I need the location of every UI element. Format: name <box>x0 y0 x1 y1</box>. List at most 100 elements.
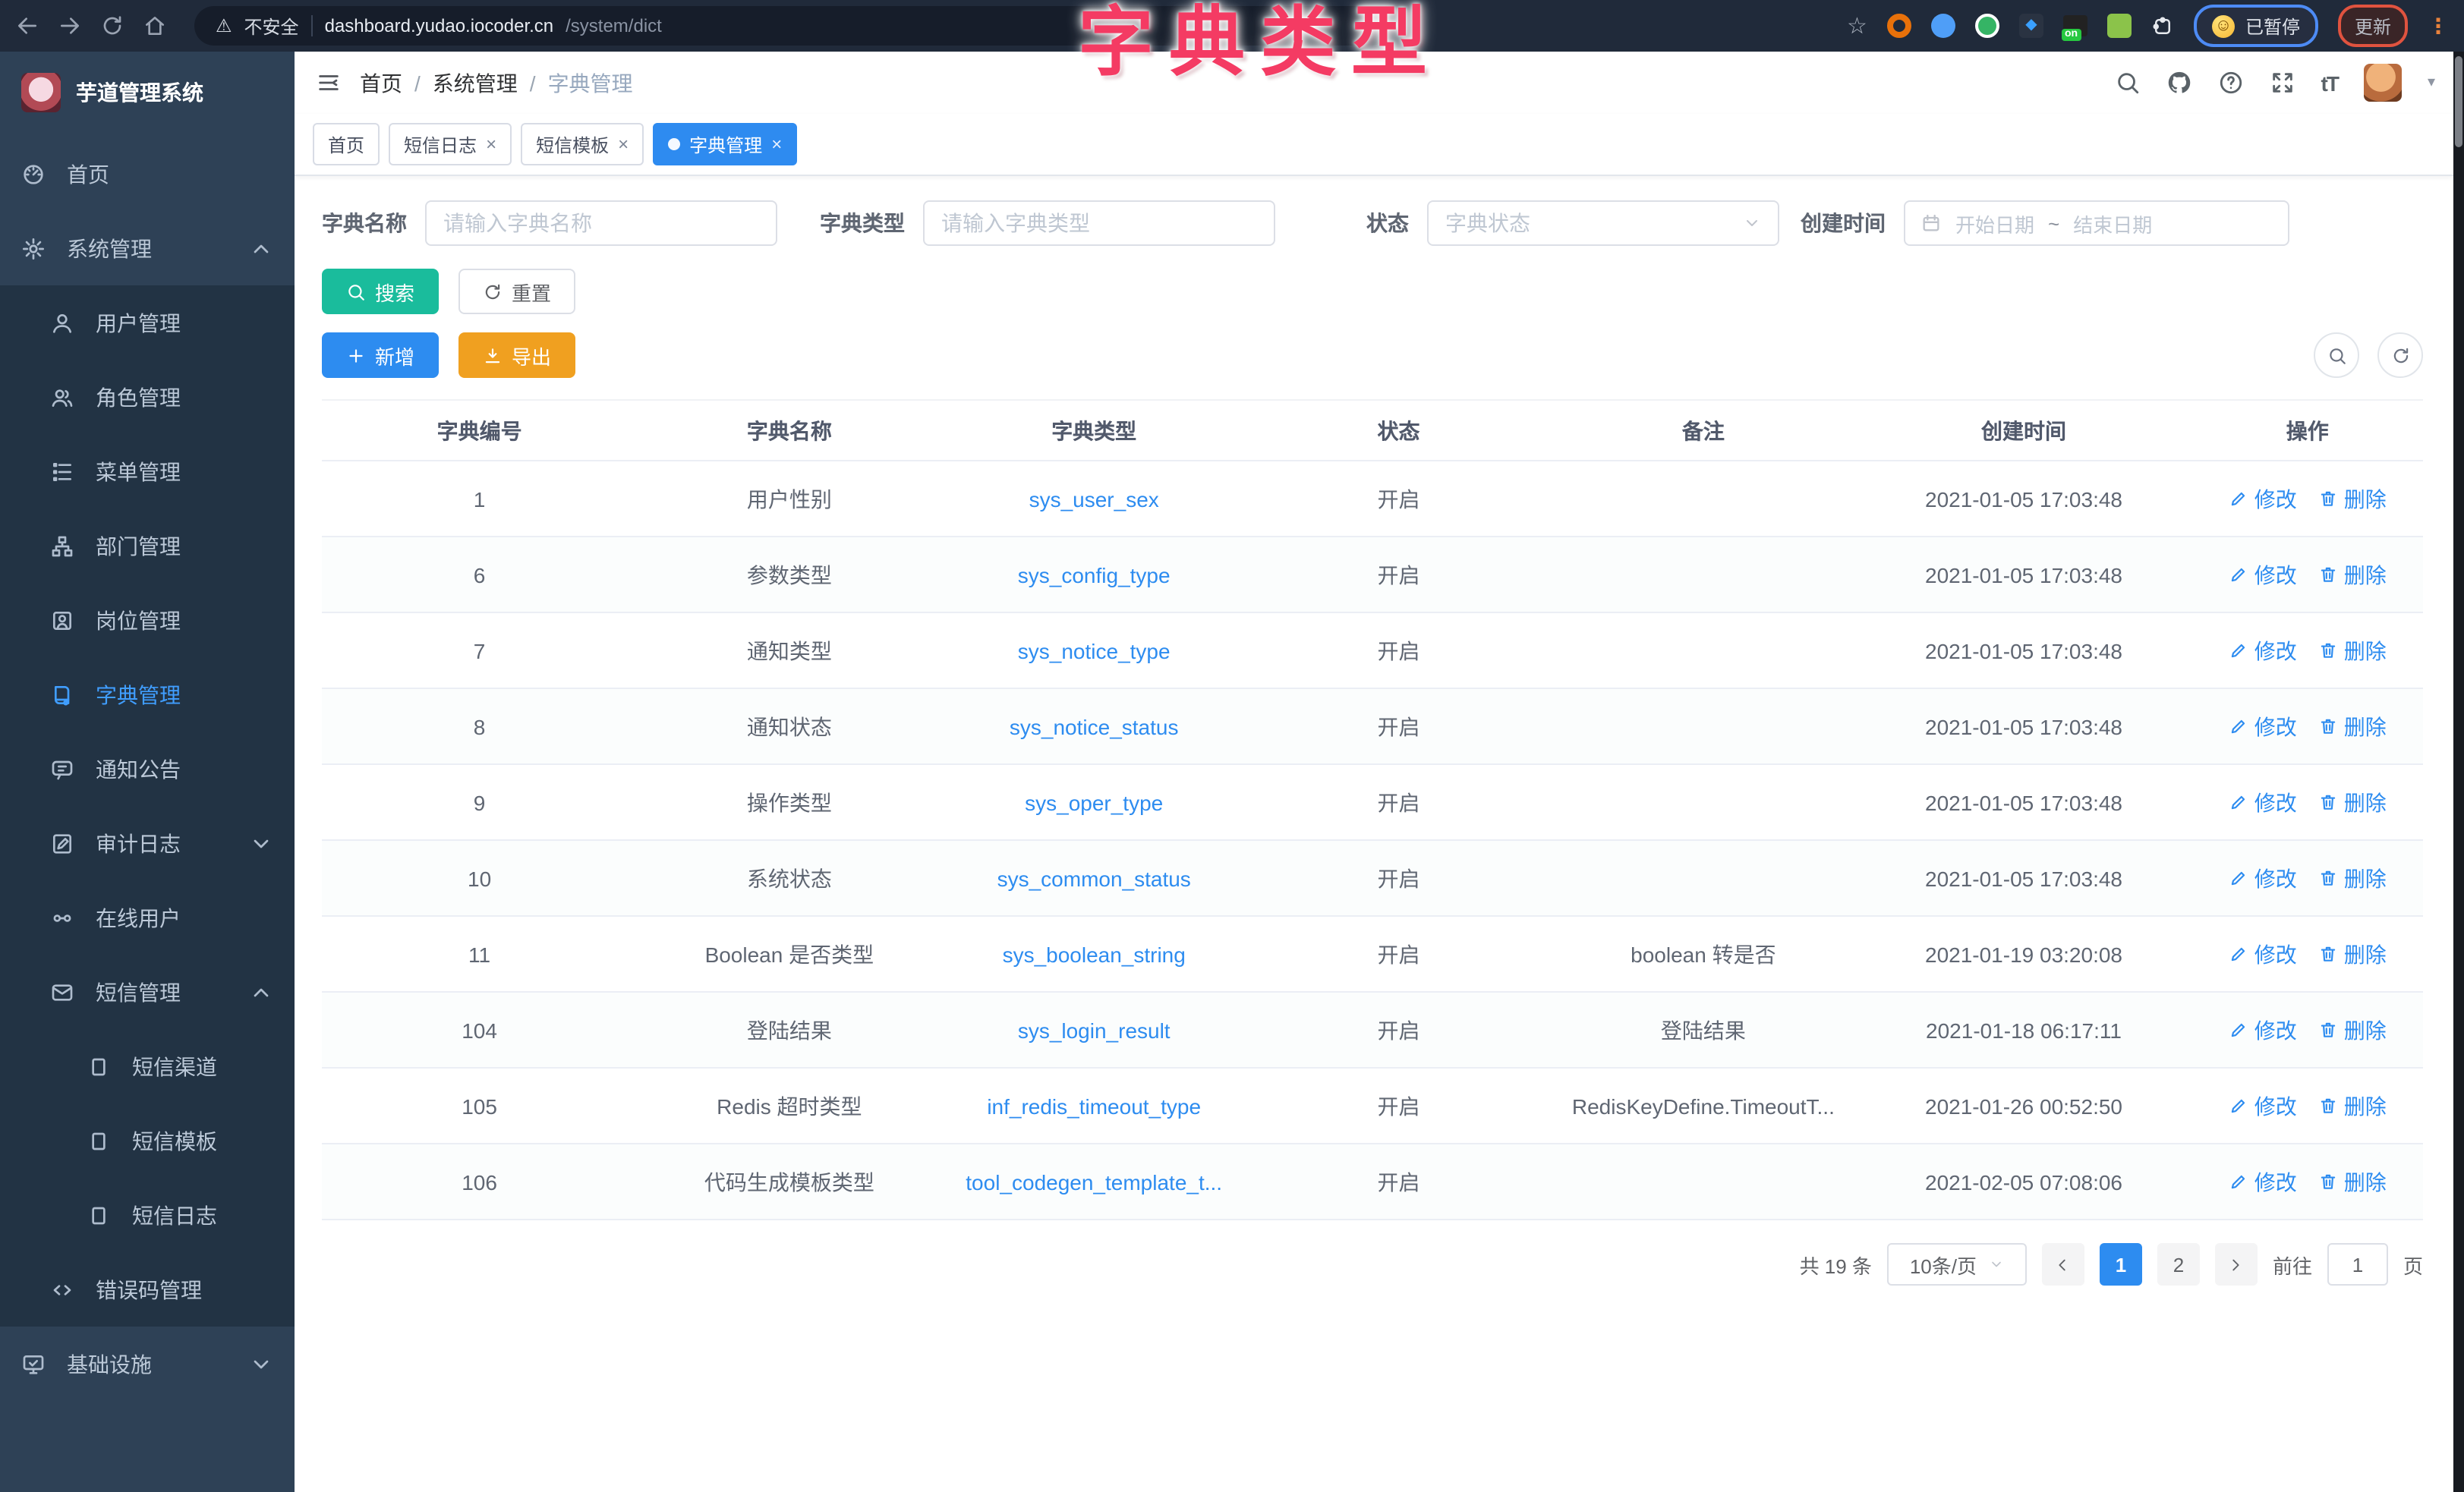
close-icon[interactable]: × <box>618 134 629 155</box>
sidebar-item-infra[interactable]: 基础设施 <box>0 1327 295 1401</box>
extension-icon[interactable] <box>2107 14 2132 38</box>
edit-link[interactable]: 修改 <box>2229 787 2297 817</box>
profile-paused-pill[interactable]: ☺ 已暂停 <box>2194 5 2318 47</box>
browser-reload-icon[interactable] <box>100 14 124 38</box>
breadcrumb-system[interactable]: 系统管理 <box>433 68 518 98</box>
dict-type-link[interactable]: sys_common_status <box>997 866 1191 890</box>
sidebar-item-audit-log[interactable]: 审计日志 <box>0 806 295 880</box>
browser-back-icon[interactable] <box>15 14 39 38</box>
tab-sms-log[interactable]: 短信日志 × <box>389 123 512 165</box>
sidebar-collapse-icon[interactable] <box>316 70 342 96</box>
edit-link[interactable]: 修改 <box>2229 1015 2297 1045</box>
status-select[interactable]: 字典状态 <box>1427 200 1779 246</box>
scrollbar[interactable] <box>2453 52 2464 1492</box>
scrollbar-thumb[interactable] <box>2455 56 2462 147</box>
sidebar-item-departments[interactable]: 部门管理 <box>0 508 295 583</box>
bookmark-star-icon[interactable]: ☆ <box>1847 12 1867 39</box>
extension-icon[interactable] <box>1887 14 1911 38</box>
edit-link[interactable]: 修改 <box>2229 559 2297 590</box>
edit-link[interactable]: 修改 <box>2229 635 2297 666</box>
delete-link[interactable]: 删除 <box>2318 483 2387 514</box>
delete-link[interactable]: 删除 <box>2318 1015 2387 1045</box>
sidebar-item-sms[interactable]: 短信管理 <box>0 955 295 1029</box>
delete-link[interactable]: 删除 <box>2318 711 2387 741</box>
browser-home-icon[interactable] <box>143 14 167 38</box>
extension-icon[interactable]: on <box>2063 15 2087 36</box>
dict-type-link[interactable]: sys_notice_status <box>1010 714 1179 738</box>
next-page-button[interactable] <box>2215 1243 2258 1286</box>
edit-link[interactable]: 修改 <box>2229 1091 2297 1121</box>
search-icon[interactable] <box>2115 70 2141 96</box>
github-icon[interactable] <box>2166 70 2192 96</box>
avatar[interactable] <box>2364 64 2402 102</box>
edit-link[interactable]: 修改 <box>2229 939 2297 969</box>
tags-view-bar: 首页 短信日志 × 短信模板 × 字典管理 × <box>295 114 2453 176</box>
tab-sms-template[interactable]: 短信模板 × <box>521 123 644 165</box>
edit-link[interactable]: 修改 <box>2229 863 2297 893</box>
sidebar-item-notice[interactable]: 通知公告 <box>0 732 295 806</box>
sidebar-item-posts[interactable]: 岗位管理 <box>0 583 295 657</box>
page-button-1[interactable]: 1 <box>2100 1243 2142 1286</box>
extension-icon[interactable]: ◆ <box>2019 14 2043 38</box>
extension-icon[interactable] <box>1975 14 1999 38</box>
browser-menu-icon[interactable]: ⋮ <box>2428 13 2449 39</box>
font-size-icon[interactable]: tT <box>2321 71 2338 95</box>
dict-type-link[interactable]: sys_login_result <box>1018 1018 1171 1042</box>
monitor-icon <box>21 1352 46 1376</box>
delete-link[interactable]: 删除 <box>2318 1091 2387 1121</box>
sidebar-item-error-code[interactable]: 错误码管理 <box>0 1252 295 1327</box>
dict-type-link[interactable]: sys_oper_type <box>1025 790 1163 814</box>
dict-type-input[interactable] <box>923 200 1275 246</box>
delete-link[interactable]: 删除 <box>2318 635 2387 666</box>
fullscreen-icon[interactable] <box>2270 70 2295 96</box>
edit-link[interactable]: 修改 <box>2229 1166 2297 1197</box>
sidebar-item-home[interactable]: 首页 <box>0 137 295 211</box>
tab-home[interactable]: 首页 <box>313 123 380 165</box>
sidebar-item-sms-template[interactable]: 短信模板 <box>0 1103 295 1178</box>
dict-type-link[interactable]: sys_config_type <box>1018 562 1171 587</box>
browser-forward-icon[interactable] <box>58 14 82 38</box>
dict-type-link[interactable]: inf_redis_timeout_type <box>987 1094 1201 1118</box>
browser-update-button[interactable]: 更新 <box>2338 5 2408 47</box>
add-button[interactable]: 新增 <box>322 332 439 378</box>
page-size-select[interactable]: 10条/页 <box>1887 1243 2027 1286</box>
extension-icon[interactable] <box>1931 14 1955 38</box>
breadcrumb-home[interactable]: 首页 <box>360 68 402 98</box>
sidebar-item-system[interactable]: 系统管理 <box>0 211 295 285</box>
reset-button[interactable]: 重置 <box>458 269 575 314</box>
delete-link[interactable]: 删除 <box>2318 559 2387 590</box>
date-range-picker[interactable]: 开始日期 ~ 结束日期 <box>1904 200 2289 246</box>
cell-status: 开启 <box>1246 688 1551 764</box>
delete-link[interactable]: 删除 <box>2318 863 2387 893</box>
sidebar-item-menus[interactable]: 菜单管理 <box>0 434 295 508</box>
page-button-2[interactable]: 2 <box>2157 1243 2200 1286</box>
sidebar-item-sms-log[interactable]: 短信日志 <box>0 1178 295 1252</box>
sidebar-item-sms-channel[interactable]: 短信渠道 <box>0 1029 295 1103</box>
dict-type-link[interactable]: sys_notice_type <box>1018 638 1171 663</box>
sidebar-item-online-users[interactable]: 在线用户 <box>0 880 295 955</box>
tab-dict-active[interactable]: 字典管理 × <box>653 123 797 165</box>
delete-link[interactable]: 删除 <box>2318 787 2387 817</box>
search-button[interactable]: 搜索 <box>322 269 439 314</box>
close-icon[interactable]: × <box>771 134 782 155</box>
delete-link[interactable]: 删除 <box>2318 939 2387 969</box>
delete-link[interactable]: 删除 <box>2318 1166 2387 1197</box>
refresh-table-button[interactable] <box>2377 332 2423 378</box>
dict-type-link[interactable]: tool_codegen_template_t... <box>966 1169 1222 1194</box>
close-icon[interactable]: × <box>486 134 496 155</box>
dict-type-link[interactable]: sys_boolean_string <box>1003 942 1186 966</box>
sidebar-item-roles[interactable]: 角色管理 <box>0 360 295 434</box>
hide-search-button[interactable] <box>2314 332 2359 378</box>
edit-link[interactable]: 修改 <box>2229 711 2297 741</box>
prev-page-button[interactable] <box>2042 1243 2084 1286</box>
edit-link[interactable]: 修改 <box>2229 483 2297 514</box>
chevron-down-icon[interactable]: ▾ <box>2428 74 2435 91</box>
export-button[interactable]: 导出 <box>458 332 575 378</box>
goto-page-input[interactable] <box>2327 1243 2388 1286</box>
sidebar-item-dict[interactable]: 字典管理 <box>0 657 295 732</box>
dict-name-input[interactable] <box>425 200 777 246</box>
dict-type-link[interactable]: sys_user_sex <box>1029 486 1159 511</box>
sidebar-item-users[interactable]: 用户管理 <box>0 285 295 360</box>
help-icon[interactable] <box>2218 70 2244 96</box>
extensions-puzzle-icon[interactable] <box>2151 14 2174 37</box>
